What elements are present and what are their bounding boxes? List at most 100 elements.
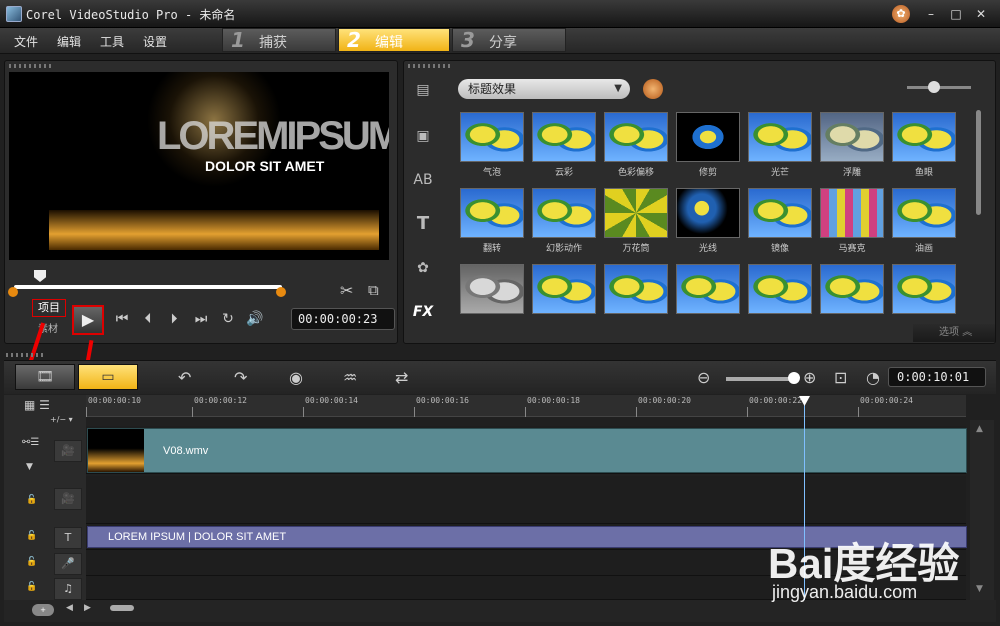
auto-music-icon[interactable]: ⇄: [395, 368, 408, 387]
trim-end-marker[interactable]: [276, 287, 286, 297]
menu-edit[interactable]: 编辑: [57, 33, 81, 50]
filter-thumbnail[interactable]: [676, 112, 740, 162]
step-capture-tab[interactable]: 1 捕获: [222, 28, 336, 52]
scrub-bar[interactable]: [14, 285, 282, 289]
filter-label: 色彩偏移: [617, 168, 654, 178]
play-button[interactable]: ▶: [72, 305, 104, 335]
zoom-handle[interactable]: [788, 372, 800, 384]
step-share-tab[interactable]: 3 分享: [452, 28, 566, 52]
step-label: 捕获: [259, 35, 287, 51]
timecode-display[interactable]: 00:00:00:23: [291, 308, 395, 330]
storyboard-view-button[interactable]: 🎞: [15, 364, 75, 390]
filter-thumbnail[interactable]: [460, 264, 524, 314]
library-category-bar: ▤ ▣ AB T ✿ FX: [405, 72, 441, 334]
maximize-button[interactable]: □: [945, 5, 967, 23]
graphics-icon[interactable]: ✿: [409, 256, 437, 280]
ab-icon[interactable]: AB: [409, 168, 437, 192]
help-icon[interactable]: ✿: [892, 5, 910, 23]
close-button[interactable]: ✕: [970, 5, 992, 23]
video-clip[interactable]: V08.wmv: [87, 428, 967, 473]
menu-tools[interactable]: 工具: [100, 33, 124, 50]
options-icon[interactable]: [643, 79, 663, 99]
thumbnail-size-handle[interactable]: [928, 81, 940, 93]
undo-icon[interactable]: ↶: [178, 368, 191, 387]
lock-icon[interactable]: 🔓: [26, 582, 37, 592]
fx-filter-icon[interactable]: FX: [409, 300, 437, 324]
next-frame-icon[interactable]: ⏵: [164, 311, 184, 327]
filter-thumbnail[interactable]: [532, 264, 596, 314]
lock-icon[interactable]: 🔓: [26, 531, 37, 541]
filter-thumbnail[interactable]: [604, 188, 668, 238]
end-icon[interactable]: ⏭: [191, 311, 211, 327]
filter-thumbnail[interactable]: [748, 188, 812, 238]
filter-label: 万花筒: [622, 244, 650, 254]
repeat-icon[interactable]: ↻: [218, 311, 238, 327]
media-icon[interactable]: ▤: [409, 78, 437, 102]
title-clip-text: LOREM IPSUM | DOLOR SIT AMET: [108, 531, 287, 543]
filter-thumbnail[interactable]: [532, 112, 596, 162]
project-mode-button[interactable]: 项目: [32, 299, 66, 317]
filter-thumbnail[interactable]: [892, 264, 956, 314]
panel-grip[interactable]: [408, 64, 452, 68]
filter-thumbnail[interactable]: [532, 188, 596, 238]
overlay-track[interactable]: [86, 476, 966, 524]
lock-icon[interactable]: 🔓: [26, 495, 37, 505]
category-dropdown[interactable]: 标题效果 ▼: [458, 79, 630, 99]
panel-grip[interactable]: [9, 64, 53, 68]
home-icon[interactable]: ⏮: [112, 311, 132, 327]
chevron-down-icon[interactable]: ▼: [26, 462, 33, 472]
zoom-in-icon[interactable]: ⊕: [803, 368, 816, 387]
transition-icon[interactable]: ▣: [409, 124, 437, 148]
filter-label: 光芒: [770, 168, 789, 178]
filter-label: 油画: [914, 244, 933, 254]
video-track-toggle-icon[interactable]: ⚯☰: [22, 437, 39, 448]
fit-project-icon[interactable]: ⊡: [834, 368, 847, 387]
film-icon: 🎞: [36, 369, 54, 385]
step-edit-tab[interactable]: 2 编辑: [338, 28, 450, 52]
filter-thumbnail[interactable]: [748, 112, 812, 162]
options-button[interactable]: 选项 ︽: [913, 324, 995, 342]
horizontal-scroll-thumb[interactable]: [110, 605, 134, 611]
filter-thumbnail[interactable]: [748, 264, 812, 314]
zoom-slider[interactable]: [726, 377, 794, 381]
scroll-right-icon[interactable]: ▶: [84, 603, 91, 613]
redo-icon[interactable]: ↷: [234, 368, 247, 387]
filter-thumbnail[interactable]: [892, 112, 956, 162]
project-duration[interactable]: 0:00:10:01: [888, 367, 986, 387]
filter-thumbnail[interactable]: [820, 188, 884, 238]
previous-frame-icon[interactable]: ⏴: [138, 311, 158, 327]
volume-icon[interactable]: 🔊: [245, 311, 265, 327]
library-scrollbar[interactable]: [976, 110, 981, 215]
zoom-to-fit-icon[interactable]: +: [32, 604, 54, 616]
menu-settings[interactable]: 设置: [143, 33, 167, 50]
scissors-icon[interactable]: ✂: [340, 281, 353, 300]
lock-icon[interactable]: 🔓: [26, 557, 37, 567]
add-track-icon[interactable]: +/− ▾: [50, 415, 73, 424]
panel-grip[interactable]: [6, 353, 46, 357]
filter-thumbnail[interactable]: [460, 112, 524, 162]
step-label: 编辑: [375, 35, 403, 51]
audio-mixer-icon[interactable]: ♒: [343, 368, 357, 387]
filter-thumbnail[interactable]: [676, 264, 740, 314]
filter-thumbnail[interactable]: [820, 264, 884, 314]
menu-file[interactable]: 文件: [14, 33, 38, 50]
filter-thumbnail[interactable]: [892, 188, 956, 238]
filter-thumbnail[interactable]: [604, 264, 668, 314]
filter-thumbnail[interactable]: [820, 112, 884, 162]
filter-thumbnail[interactable]: [604, 112, 668, 162]
record-capture-icon[interactable]: ◉: [289, 368, 303, 387]
step-number: 1: [231, 28, 245, 52]
timeline-view-button[interactable]: ▭: [78, 364, 138, 390]
trim-start-marker[interactable]: [8, 287, 18, 297]
enlarge-icon[interactable]: ⧉: [368, 281, 379, 299]
scroll-left-icon[interactable]: ◀: [66, 603, 73, 613]
track-manager-icon[interactable]: ▦ ☰: [24, 398, 50, 412]
scroll-up-icon[interactable]: ▲: [976, 424, 983, 434]
timeline-ruler[interactable]: 00:00:00:10 00:00:00:12 00:00:00:14 00:0…: [86, 395, 966, 417]
filter-thumbnail[interactable]: [676, 188, 740, 238]
filter-thumbnail[interactable]: [460, 188, 524, 238]
minimize-button[interactable]: –: [920, 5, 942, 23]
zoom-out-icon[interactable]: ⊖: [697, 368, 710, 387]
app-icon: [6, 6, 22, 22]
title-icon[interactable]: T: [409, 212, 437, 236]
